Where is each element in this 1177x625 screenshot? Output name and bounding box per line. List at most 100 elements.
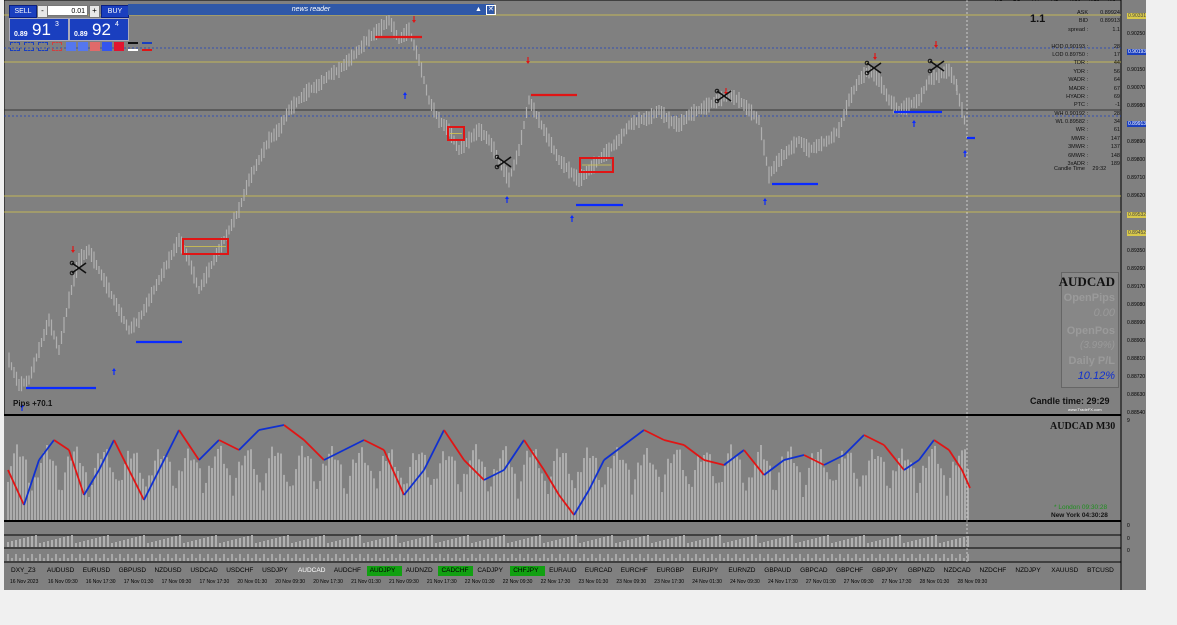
symbol-tab-chfjpy[interactable]: CHFJPY [510, 566, 546, 576]
symbol-tab-xauusd[interactable]: XAUUSD [1048, 566, 1083, 576]
stat-row: WL 0.89582 : 34 [1032, 119, 1120, 127]
symbol-tab-euraud[interactable]: EURAUD [546, 566, 581, 576]
time-axis-label: 22 Nov 01:30 [464, 579, 495, 585]
symbol-tab-usdjpy[interactable]: USDJPY [259, 566, 294, 576]
stat-label: spread : [1068, 26, 1088, 33]
price-chart-canvas[interactable] [4, 0, 1146, 590]
timeframe-d1[interactable]: D1 [1013, 0, 1020, 3]
sell-arrow-icon [934, 41, 939, 48]
timeframe-m30[interactable]: M30 [1070, 0, 1081, 3]
bid-price-box[interactable]: 0.89 91 3 [9, 18, 69, 41]
stat-value: 44 [1113, 60, 1120, 67]
symbol-tab-eurusd[interactable]: EURUSD [80, 566, 115, 576]
symbol-tab-nzdjpy[interactable]: NZDJPY [1012, 566, 1047, 576]
dashed-rect-tool-icon[interactable] [52, 42, 62, 51]
symbol-tab-cadchf[interactable]: CADCHF [438, 566, 474, 576]
symbol-tab-audjpy[interactable]: AUDJPY [366, 566, 402, 576]
symbol-tab-eurjpy[interactable]: EURJPY [690, 566, 725, 576]
stat-label: HOD 0.90193 : [1051, 43, 1088, 50]
symbol-tab-nzdusd[interactable]: NZDUSD [151, 566, 186, 576]
oscillator-segment [403, 469, 425, 496]
news-reader-bar[interactable]: news reader ▲ ✕ [128, 4, 496, 15]
symbol-tab-gbpchf[interactable]: GBPCHF [833, 566, 868, 576]
oscillator-segment [383, 449, 405, 496]
red-swatch-icon[interactable] [114, 42, 124, 51]
symbol-tab-nzdchf[interactable]: NZDCHF [977, 566, 1012, 576]
price-axis-label: 0.89170 [1127, 283, 1146, 290]
news-close-icon[interactable]: ✕ [486, 5, 496, 15]
time-axis[interactable]: 16 Nov 2023 16 Nov 09:30 16 Nov 17:30 17 No… [8, 579, 1120, 587]
indicator-axis-label: 9 [1127, 418, 1130, 424]
symbol-tab-gbpaud[interactable]: GBPAUD [761, 566, 796, 576]
symbol-tab-gbpcad[interactable]: GBPCAD [797, 566, 832, 576]
stat-value: 137 [1110, 144, 1120, 151]
oscillator-segment [218, 439, 240, 451]
symbol-tab-btcusd[interactable]: BTCUSD [1084, 566, 1119, 576]
stat-value: 0.89913 [1100, 18, 1120, 25]
time-axis-label: 24 Nov 17:30 [768, 579, 798, 585]
sell-arrow-icon [873, 53, 878, 60]
stat-label: TDR : [1073, 60, 1088, 67]
buy-button[interactable]: BUY [101, 5, 129, 18]
sell-arrow-icon [526, 57, 531, 64]
time-axis-label: 17 Nov 17:30 [199, 579, 230, 585]
lot-size-input[interactable]: 0.01 [47, 5, 88, 16]
position-info-box: AUDCAD OpenPips 0.00 OpenPos (3.99%) Dai… [1059, 272, 1119, 388]
symbol-tab-dxy-z3[interactable]: DXY_Z3 [8, 566, 43, 576]
timeframe-w1[interactable]: W1 [994, 0, 1002, 3]
timeframe-m15[interactable]: M15 [1089, 0, 1100, 3]
chart-window[interactable]: SELL - 0.01 + BUY 0.89 91 3 0.89 92 4 ne… [4, 0, 1146, 590]
open-pos-value: (3.99%) [1079, 340, 1115, 351]
symbol-tab-usdchf[interactable]: USDCHF [223, 566, 258, 576]
symbol-tab-nzdcad[interactable]: NZDCAD [941, 566, 976, 576]
buy-arrow-icon [112, 368, 116, 375]
news-minimize-icon[interactable]: ▲ [475, 4, 482, 15]
price-axis-label: 0.88990 [1127, 319, 1146, 326]
timeframe-h4[interactable]: H4 [1032, 0, 1039, 3]
symbol-tab-audchf[interactable]: AUDCHF [331, 566, 366, 576]
timeframe-m5[interactable]: M5 [1108, 0, 1116, 3]
indicator-title: AUDCAD M30 [1050, 421, 1116, 432]
stat-label: MWR : [1071, 135, 1088, 142]
ask-price-box[interactable]: 0.89 92 4 [69, 18, 129, 41]
symbol-tab-gbpjpy[interactable]: GBPJPY [869, 566, 904, 576]
symbol-tab-eurcad[interactable]: EURCAD [582, 566, 617, 576]
symbol-tab-usdcad[interactable]: USDCAD [187, 566, 222, 576]
price-axis-label: 0.89800 [1127, 157, 1146, 164]
stat-value: 148 [1110, 152, 1120, 159]
blue-swatch-icon[interactable] [78, 42, 88, 51]
symbol-tab-audcad[interactable]: AUDCAD [295, 566, 330, 576]
pips-total-label: Pips +70.1 [13, 399, 53, 408]
candle-time-small-label: Candle Time [1054, 166, 1085, 172]
time-axis-label: 23 Nov 01:30 [578, 579, 609, 585]
stat-label: 6MWR : [1068, 152, 1088, 159]
symbol-tab-eurchf[interactable]: EURCHF [618, 566, 653, 576]
stat-row: TDR : 44 [1032, 60, 1120, 68]
symbol-tab-cadjpy[interactable]: CADJPY [474, 566, 509, 576]
sell-button[interactable]: SELL [9, 5, 37, 18]
price-axis-label: 0.88630 [1127, 391, 1146, 398]
symbol-tab-gbpnzd[interactable]: GBPNZD [905, 566, 940, 576]
dashed-rect-tool-icon[interactable] [38, 42, 48, 51]
symbol-tab-gbpusd[interactable]: GBPUSD [116, 566, 151, 576]
price-axis-label: 0.88810 [1127, 355, 1146, 362]
timeframe-h1[interactable]: H1 [1051, 0, 1058, 3]
stat-row: ASK 0.89924 [1032, 10, 1120, 18]
red-swatch-icon[interactable] [90, 42, 100, 51]
line-style-icon[interactable] [128, 42, 138, 51]
line-style-icon[interactable] [142, 42, 152, 51]
oscillator-segment [158, 429, 180, 471]
lot-increase-button[interactable]: + [89, 5, 100, 18]
blue-swatch-icon[interactable] [66, 42, 76, 51]
symbol-tab-eurgbp[interactable]: EURGBP [654, 566, 689, 576]
symbol-tab-eurnzd[interactable]: EURNZD [725, 566, 760, 576]
open-pips-value: 0.00 [1093, 307, 1115, 319]
dashed-rect-tool-icon[interactable] [10, 42, 20, 51]
symbol-tab-audusd[interactable]: AUDUSD [44, 566, 79, 576]
dashed-rect-tool-icon[interactable] [24, 42, 34, 51]
blue-swatch-icon[interactable] [102, 42, 112, 51]
oscillator-segment [113, 439, 130, 471]
oscillator-segment [863, 434, 885, 446]
symbol-tab-audnzd[interactable]: AUDNZD [403, 566, 438, 576]
time-axis-label: 20 Nov 09:30 [275, 579, 306, 585]
